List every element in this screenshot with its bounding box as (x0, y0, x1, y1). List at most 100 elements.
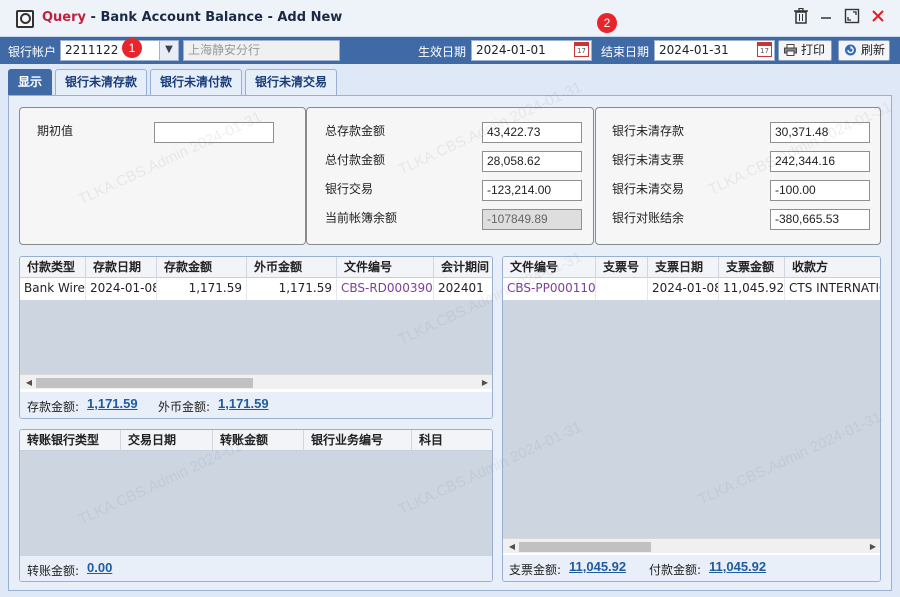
column-header[interactable]: 存款金额 (157, 257, 247, 278)
column-header[interactable]: 支票金额 (719, 257, 785, 278)
check-total-value[interactable]: 11,045.92 (569, 559, 626, 574)
deposit-total-value[interactable]: 1,171.59 (87, 396, 138, 411)
total-deposit-label: 总存款金额 (325, 124, 386, 138)
document-number-link[interactable]: CBS-PP000110 (503, 278, 596, 300)
column-header[interactable]: 支票号 (596, 257, 648, 278)
column-header[interactable]: 银行业务编号 (304, 430, 412, 451)
scroll-left-icon[interactable]: ◀ (22, 375, 36, 390)
tab-display[interactable]: 显示 (8, 69, 52, 95)
totals-box: 总存款金额 43,422.73 总付款金额 28,058.62 银行交易 -12… (306, 107, 594, 245)
payment-total-label: 付款金额: (649, 563, 702, 577)
scroll-left-icon[interactable]: ◀ (505, 539, 519, 554)
uncleared-check-label: 银行未清支票 (612, 153, 685, 167)
check-total-label: 支票金额: (509, 563, 562, 577)
uncleared-deposit-field[interactable]: 30,371.48 (770, 122, 870, 143)
deposits-grid-header: 付款类型 存款日期 存款金额 外币金额 文件编号 会计期间 (20, 257, 492, 278)
column-header[interactable]: 付款类型 (20, 257, 86, 278)
foreign-amount-cell: 1,171.59 (247, 278, 337, 300)
minimize-icon[interactable] (816, 8, 836, 28)
close-icon[interactable] (868, 8, 888, 28)
bank-transaction-field[interactable]: -123,214.00 (482, 180, 582, 201)
payments-grid-header: 文件编号 支票号 支票日期 支票金额 收款方 (503, 257, 880, 278)
column-header[interactable]: 文件编号 (337, 257, 434, 278)
check-amount-cell: 11,045.92 (719, 278, 785, 300)
reconcile-balance-label: 银行对账结余 (612, 211, 685, 225)
document-number-link[interactable]: CBS-RD000390 (337, 278, 434, 300)
print-button[interactable]: 打印 (778, 40, 832, 61)
transfers-grid-body (20, 451, 492, 556)
total-payment-field[interactable]: 28,058.62 (482, 151, 582, 172)
calendar-icon[interactable]: 17 (574, 42, 589, 57)
accounting-period-cell: 202401 (438, 281, 484, 295)
end-date-label: 结束日期 (601, 45, 650, 59)
uncleared-check-field[interactable]: 242,344.16 (770, 151, 870, 172)
payee-cell: CTS INTERNATIONAL (789, 281, 880, 295)
scroll-right-icon[interactable]: ▶ (866, 539, 880, 554)
payment-total-value[interactable]: 11,045.92 (709, 559, 766, 574)
payments-grid-body: CBS-PP000110 2024-01-08 11,045.92 CTS IN… (503, 278, 880, 538)
maximize-icon[interactable] (842, 8, 862, 28)
column-header[interactable]: 科目 (412, 430, 492, 451)
check-number-cell (596, 278, 648, 300)
opening-balance-box: 期初值 (19, 107, 306, 245)
uncleared-transaction-field[interactable]: -100.00 (770, 180, 870, 201)
toolbar: 银行帐户 2211122 ▼ 1 上海静安分行 生效日期 2024-01-01 … (0, 37, 900, 64)
column-header[interactable]: 存款日期 (86, 257, 157, 278)
current-book-balance-field: -107849.89 (482, 209, 582, 230)
bank-account-label: 银行帐户 (8, 45, 57, 59)
printer-icon (784, 44, 797, 56)
calendar-icon[interactable]: 17 (757, 42, 772, 57)
total-deposit-field[interactable]: 43,422.73 (482, 122, 582, 143)
scrollbar-thumb[interactable] (519, 542, 651, 552)
tab-uncleared-transactions[interactable]: 银行未清交易 (245, 69, 337, 95)
scrollbar-thumb[interactable] (36, 378, 253, 388)
check-date-cell: 2024-01-08 (648, 278, 719, 300)
transfers-grid-footer: 转账金额: 0.00 (20, 556, 492, 581)
column-header[interactable]: 转账银行类型 (20, 430, 121, 451)
column-header[interactable]: 收款方 (785, 257, 880, 278)
uncleared-deposit-label: 银行未清存款 (612, 124, 685, 138)
column-header[interactable]: 交易日期 (121, 430, 213, 451)
payments-horizontal-scrollbar[interactable]: ◀ ▶ (503, 538, 880, 554)
chevron-down-icon[interactable]: ▼ (159, 40, 179, 61)
refresh-label: 刷新 (861, 43, 886, 57)
deposit-total-label: 存款金额: (27, 400, 80, 414)
bank-transaction-label: 银行交易 (325, 182, 374, 196)
column-header[interactable]: 文件编号 (503, 257, 596, 278)
reconciliation-box: 银行未清存款 30,371.48 银行未清支票 242,344.16 银行未清交… (595, 107, 881, 245)
tab-uncleared-payments[interactable]: 银行未清付款 (150, 69, 242, 95)
reconcile-balance-field[interactable]: -380,665.53 (770, 209, 870, 230)
table-row[interactable]: CBS-PP000110 2024-01-08 11,045.92 CTS IN… (503, 278, 880, 300)
payment-type-cell: Bank Wire (20, 278, 86, 300)
refresh-button[interactable]: 刷新 (838, 40, 890, 61)
column-header[interactable]: 会计期间 (434, 257, 492, 278)
deposits-grid-footer: 存款金额: 1,171.59 外币金额: 1,171.59 (20, 392, 492, 418)
table-row[interactable]: Bank Wire 2024-01-08 1,171.59 1,171.59 C… (20, 278, 492, 300)
foreign-total-label: 外币金额: (158, 400, 211, 414)
transfers-grid: 转账银行类型 交易日期 转账金额 银行业务编号 科目 转账金额: 0.00 (19, 429, 493, 582)
refresh-icon (845, 44, 856, 56)
title-rest: Bank Account Balance - Add New (100, 10, 343, 25)
column-header[interactable]: 外币金额 (247, 257, 337, 278)
deposit-amount-cell: 1,171.59 (157, 278, 247, 300)
opening-value-input[interactable] (154, 122, 274, 143)
bank-account-input[interactable]: 2211122 (60, 40, 160, 61)
column-header[interactable]: 支票日期 (648, 257, 719, 278)
start-date-label: 生效日期 (418, 45, 467, 59)
tab-uncleared-deposits[interactable]: 银行未清存款 (55, 69, 147, 95)
payments-grid: 文件编号 支票号 支票日期 支票金额 收款方 CBS-PP000110 2024… (502, 256, 881, 582)
title-separator: - (86, 10, 101, 25)
uncleared-transaction-label: 银行未清交易 (612, 182, 685, 196)
deposits-horizontal-scrollbar[interactable]: ◀ ▶ (20, 374, 492, 390)
deposit-date-cell: 2024-01-08 (86, 278, 157, 300)
scroll-right-icon[interactable]: ▶ (478, 375, 492, 390)
foreign-total-value[interactable]: 1,171.59 (218, 396, 269, 411)
current-book-balance-label: 当前帐簿余额 (325, 211, 398, 225)
trash-icon[interactable] (791, 7, 811, 28)
column-header[interactable]: 转账金额 (213, 430, 304, 451)
payments-grid-footer: 支票金额: 11,045.92 付款金额: 11,045.92 (503, 555, 880, 581)
transfers-grid-header: 转账银行类型 交易日期 转账金额 银行业务编号 科目 (20, 430, 492, 451)
opening-value-label: 期初值 (37, 124, 74, 138)
transfer-total-value[interactable]: 0.00 (87, 560, 112, 575)
deposits-grid: 付款类型 存款日期 存款金额 外币金额 文件编号 会计期间 Bank Wire … (19, 256, 493, 419)
